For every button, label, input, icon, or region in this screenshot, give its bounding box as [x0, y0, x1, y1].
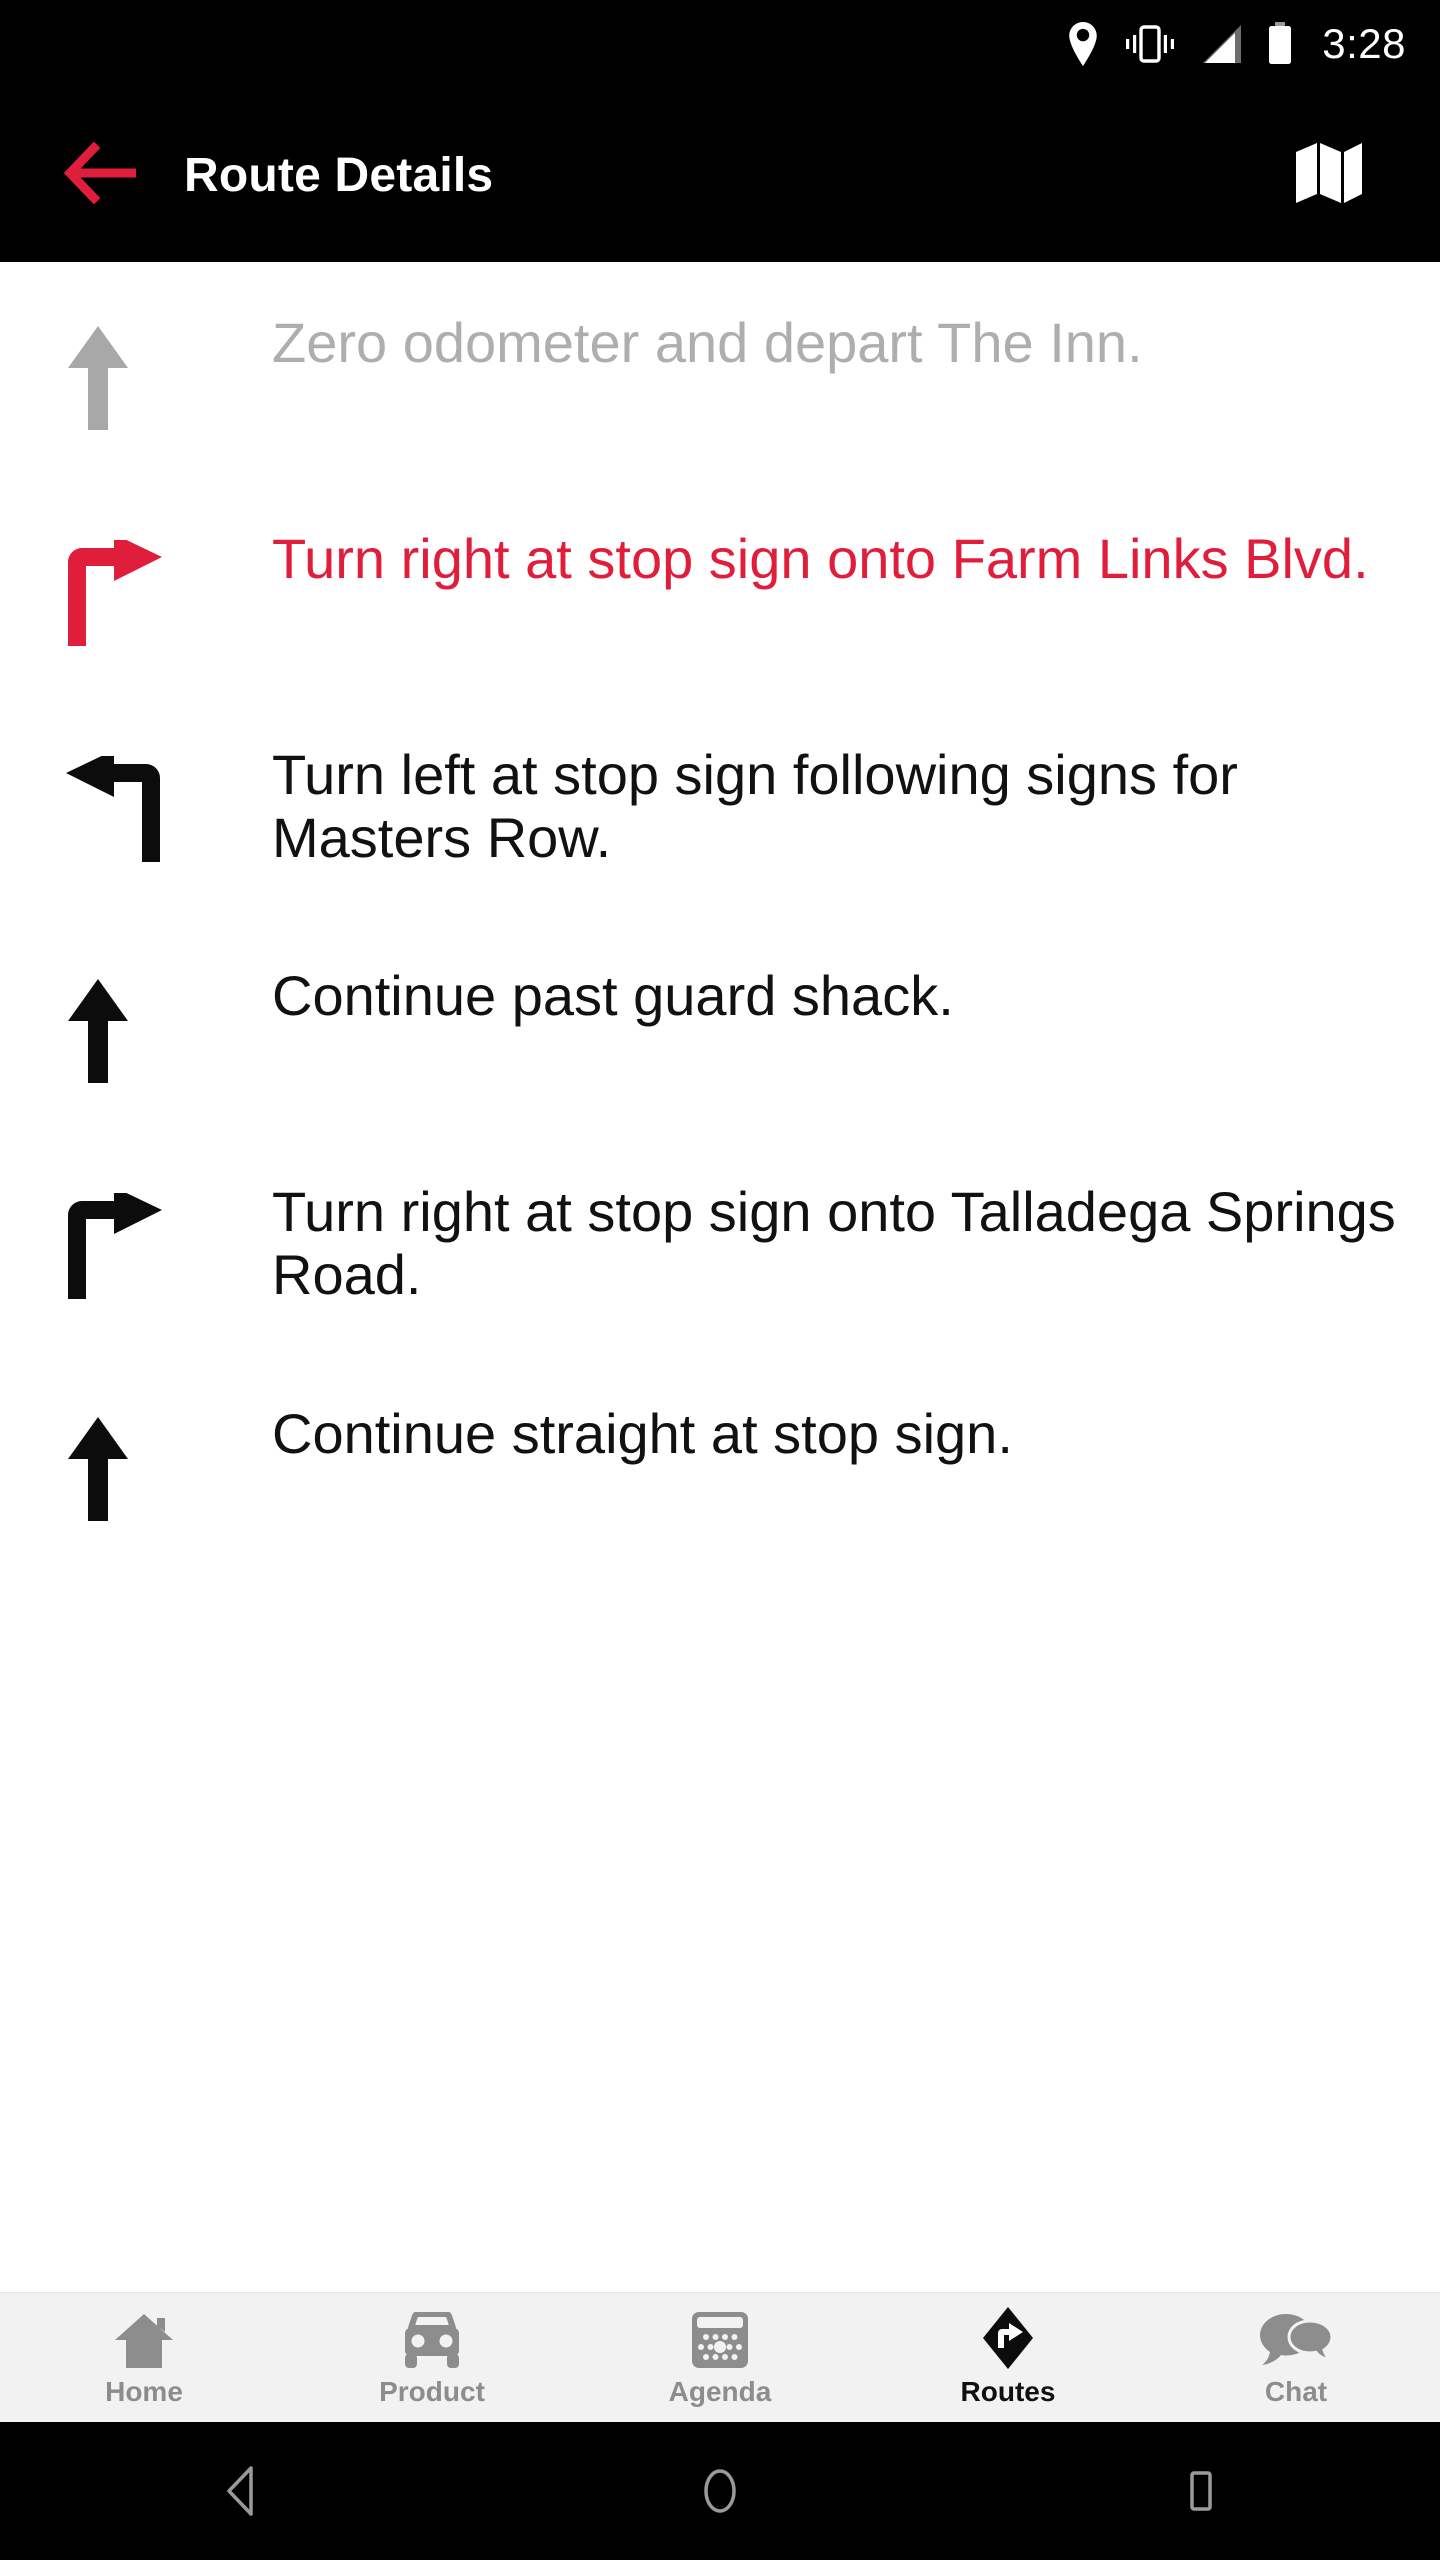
arrow-straight-icon [40, 1399, 272, 1523]
battery-icon [1266, 22, 1294, 66]
route-step-text: Turn left at stop sign following signs f… [272, 743, 1238, 869]
turn-right-icon [40, 1177, 272, 1301]
route-steps-list[interactable]: Zero odometer and depart The Inn. Turn r… [0, 262, 1440, 2274]
route-step-text: Zero odometer and depart The Inn. [272, 311, 1143, 374]
route-step-item[interactable]: Turn right at stop sign onto Farm Links … [0, 478, 1440, 694]
route-step-text: Continue straight at stop sign. [272, 1401, 1013, 1465]
route-step-item[interactable]: Continue past guard shack. [0, 915, 1440, 1131]
signal-icon [1200, 23, 1244, 65]
route-step-item[interactable]: Turn left at stop sign following signs f… [0, 694, 1440, 915]
nav-label: Agenda [668, 2375, 772, 2407]
map-icon [1293, 138, 1365, 213]
back-button[interactable] [28, 141, 178, 209]
back-triangle-icon[interactable] [180, 2431, 300, 2551]
route-step-item[interactable]: Turn right at stop sign onto Talladega S… [0, 1131, 1440, 1352]
arrow-straight-icon [40, 961, 272, 1085]
nav-item-agenda[interactable]: Agenda [576, 2293, 864, 2423]
nav-label: Home [105, 2375, 183, 2407]
bottom-navigation-bar: Home Product Agenda Routes Chat [0, 2292, 1440, 2422]
home-circle-icon[interactable] [660, 2431, 780, 2551]
route-step-text: Turn right at stop sign onto Talladega S… [272, 1180, 1396, 1307]
nav-item-chat[interactable]: Chat [1152, 2293, 1440, 2423]
vibrate-icon [1122, 23, 1178, 65]
phone-screen: 3:28 Route Details Zero odometer and dep… [0, 0, 1440, 2560]
nav-item-routes[interactable]: Routes [864, 2293, 1152, 2423]
map-button[interactable] [1284, 130, 1374, 220]
calendar-icon [689, 2308, 751, 2370]
status-bar-clock: 3:28 [1322, 20, 1406, 67]
nav-item-product[interactable]: Product [288, 2293, 576, 2423]
app-bar: Route Details [0, 88, 1440, 262]
android-navigation-bar [0, 2422, 1440, 2560]
back-arrow-icon [63, 141, 142, 209]
nav-label: Chat [1264, 2375, 1328, 2407]
chat-bubbles-icon [1258, 2308, 1334, 2370]
route-step-text: Continue past guard shack. [272, 964, 954, 1028]
recents-square-icon[interactable] [1140, 2431, 1260, 2551]
home-icon [113, 2308, 175, 2370]
status-bar: 3:28 [0, 0, 1440, 88]
car-icon [397, 2308, 467, 2370]
route-step-text: Turn right at stop sign onto Farm Links … [272, 527, 1369, 590]
nav-item-home[interactable]: Home [0, 2293, 288, 2423]
location-pin-icon [1066, 22, 1100, 66]
arrow-straight-icon [40, 308, 272, 432]
route-step-item[interactable]: Zero odometer and depart The Inn. [0, 262, 1440, 478]
turn-left-icon [40, 740, 272, 864]
routes-diamond-icon [976, 2306, 1040, 2370]
turn-right-icon [40, 524, 272, 648]
page-title: Route Details [184, 148, 494, 202]
nav-label: Product [379, 2375, 485, 2407]
route-step-item[interactable]: Continue straight at stop sign. [0, 1353, 1440, 1569]
nav-label: Routes [960, 2375, 1056, 2407]
